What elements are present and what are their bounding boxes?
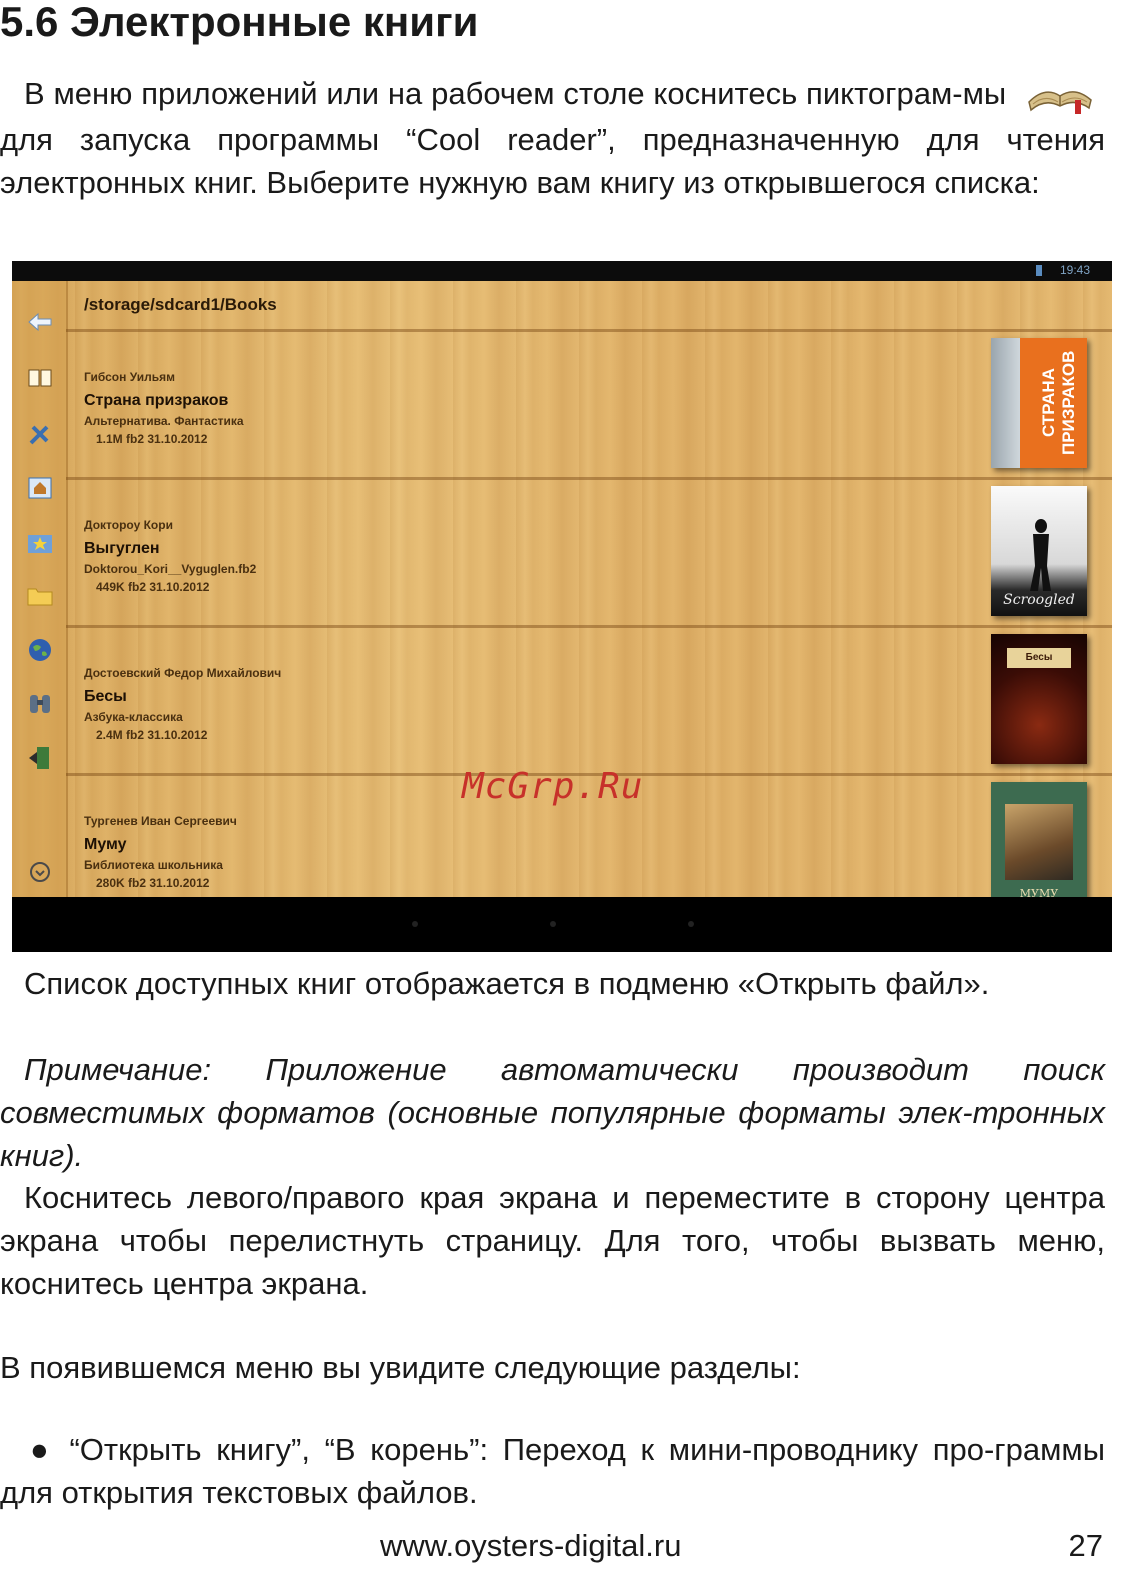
nav-back-button[interactable] — [412, 921, 418, 927]
book-title: Муму — [84, 836, 127, 853]
exit-icon[interactable] — [27, 745, 53, 771]
page-number: 27 — [1068, 1528, 1103, 1563]
book-cover: Scroogled — [991, 486, 1087, 616]
menu-intro-text: В появившемся меню вы увидите следующие … — [0, 1350, 801, 1385]
folder-icon[interactable] — [27, 583, 53, 609]
current-path: /storage/sdcard1/Books — [84, 295, 277, 314]
cover-title: СТРАНА ПРИЗРАКОВ — [1039, 350, 1078, 456]
tools-icon[interactable] — [27, 421, 53, 447]
favorites-star-icon[interactable] — [27, 531, 53, 557]
reader-sidebar — [12, 281, 68, 897]
back-arrow-icon[interactable] — [27, 309, 53, 335]
bullet-open-book-text: ● “Открыть книгу”, “В корень”: Переход к… — [0, 1432, 1105, 1510]
page-turn-text: Коснитесь левого/правого края экрана и п… — [0, 1180, 1105, 1301]
book-file-info: 449K fb2 31.10.2012 — [96, 580, 210, 594]
book-cover: СТРАНА ПРИЗРАКОВ — [991, 338, 1087, 468]
status-bar: 19:43 — [12, 261, 1112, 281]
intro-text-1: В меню приложений или на рабочем столе к… — [24, 76, 1007, 111]
intro-text-2: для запуска программы “Cool reader”, пре… — [0, 122, 1105, 200]
status-clock: 19:43 — [1059, 263, 1090, 277]
section-heading: 5.6 Электронные книги — [0, 0, 479, 45]
binoculars-search-icon[interactable] — [27, 691, 53, 717]
book-cover: МУМУ — [991, 782, 1087, 904]
cover-illustration — [1005, 804, 1073, 880]
page-turn-paragraph: Коснитесь левого/правого края экрана и п… — [0, 1176, 1105, 1305]
nav-bar — [12, 897, 1112, 952]
battery-icon — [1036, 265, 1042, 276]
book-series: Азбука-классика — [84, 710, 183, 724]
book-list-paragraph: Список доступных книг отображается в под… — [0, 962, 1105, 1005]
book-author: Гибсон Уильям — [84, 370, 175, 384]
book-row[interactable]: Доктороу Кори Выгуглен Doktorou_Kori__Vy… — [66, 477, 1112, 628]
book-file-info: 280K fb2 31.10.2012 — [96, 876, 210, 890]
book-title: Бесы — [84, 688, 127, 705]
book-row[interactable]: Достоевский Федор Михайлович Бесы Азбука… — [66, 625, 1112, 776]
intro-paragraph: В меню приложений или на рабочем столе к… — [0, 72, 1105, 204]
book-author: Достоевский Федор Михайлович — [84, 666, 282, 680]
open-book-icon[interactable] — [27, 365, 53, 391]
note-paragraph: Примечание: Приложение автоматически про… — [0, 1048, 1105, 1177]
note-text: Примечание: Приложение автоматически про… — [0, 1052, 1105, 1173]
book-cover: Бесы — [991, 634, 1087, 764]
cover-title: Бесы — [1007, 648, 1071, 668]
book-author: Тургенев Иван Сергеевич — [84, 814, 237, 828]
path-bar: /storage/sdcard1/Books — [72, 281, 1112, 329]
book-title: Страна призраков — [84, 392, 229, 409]
watermark: McGrp.Ru — [462, 766, 644, 807]
book-list-text: Список доступных книг отображается в под… — [24, 966, 990, 1001]
silhouette-icon — [1030, 519, 1051, 591]
book-series: Библиотека школьника — [84, 858, 223, 872]
globe-icon[interactable] — [27, 637, 53, 663]
book-series: Альтернатива. Фантастика — [84, 414, 244, 428]
book-title: Выгуглен — [84, 540, 160, 557]
bullet-open-book: ● “Открыть книгу”, “В корень”: Переход к… — [0, 1428, 1105, 1514]
menu-intro-paragraph: В появившемся меню вы увидите следующие … — [0, 1346, 1105, 1389]
nav-recent-button[interactable] — [688, 921, 694, 927]
cover-title: Scroogled — [1003, 592, 1075, 608]
nav-home-button[interactable] — [550, 921, 556, 927]
home-icon[interactable] — [27, 475, 53, 501]
footer-url: www.oysters-digital.ru — [380, 1528, 682, 1563]
book-series: Doktorou_Kori__Vyguglen.fb2 — [84, 562, 257, 576]
menu-down-icon[interactable] — [27, 859, 53, 885]
cool-reader-book-icon — [1025, 72, 1095, 118]
book-author: Доктороу Кори — [84, 518, 173, 532]
book-file-info: 2.4M fb2 31.10.2012 — [96, 728, 208, 742]
book-file-info: 1.1M fb2 31.10.2012 — [96, 432, 208, 446]
app-screenshot: 19:43 /storage/sdcard1/Books Гибсон Уиль… — [12, 261, 1112, 952]
book-row[interactable]: Гибсон Уильям Страна призраков Альтернат… — [66, 329, 1112, 480]
